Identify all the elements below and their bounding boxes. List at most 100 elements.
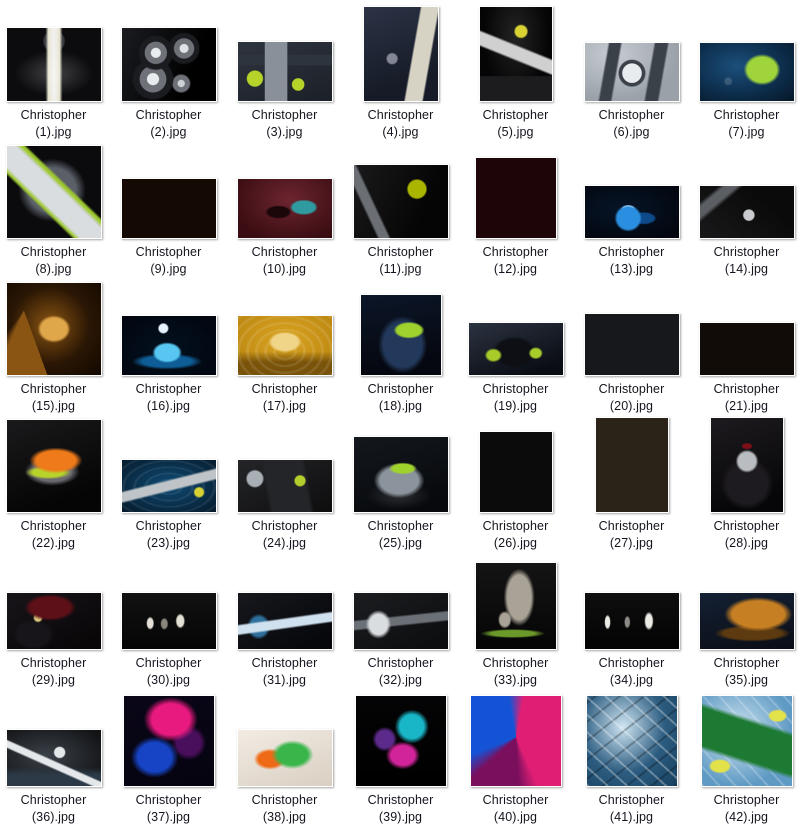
file-thumbnail-image[interactable] (236, 592, 333, 650)
thumbnail-container[interactable] (111, 27, 226, 102)
file-name-label[interactable]: Christopher (24).jpg (228, 518, 341, 552)
file-name-label[interactable]: Christopher (27).jpg (575, 518, 688, 552)
file-item[interactable]: Christopher (20).jpg (574, 313, 689, 415)
file-item[interactable]: Christopher (28).jpg (689, 417, 800, 552)
thumbnail-container[interactable] (0, 145, 111, 239)
file-item[interactable]: Christopher (1).jpg (0, 27, 111, 141)
file-item[interactable]: Christopher (3).jpg (227, 41, 342, 141)
file-item[interactable]: Christopher (40).jpg (458, 695, 573, 826)
file-thumbnail-image[interactable] (120, 592, 217, 650)
thumbnail-container[interactable] (689, 592, 800, 650)
file-item[interactable]: Christopher (42).jpg (689, 695, 800, 826)
file-name-label[interactable]: Christopher (13).jpg (575, 244, 688, 278)
thumbnail-container[interactable] (227, 729, 342, 787)
thumbnail-container[interactable] (458, 157, 573, 239)
thumbnail-container[interactable] (343, 436, 458, 513)
file-thumbnail-image[interactable] (236, 41, 333, 102)
file-name-label[interactable]: Christopher (38).jpg (228, 792, 341, 826)
thumbnail-container[interactable] (343, 695, 458, 787)
file-item[interactable]: Christopher (27).jpg (574, 417, 689, 552)
file-thumbnail-image[interactable] (594, 417, 669, 513)
file-thumbnail-image[interactable] (122, 695, 215, 787)
file-thumbnail-image[interactable] (120, 27, 217, 102)
thumbnail-container[interactable] (0, 592, 111, 650)
file-thumbnail-image[interactable] (583, 313, 680, 376)
thumbnail-container[interactable] (111, 315, 226, 376)
file-thumbnail-image[interactable] (474, 562, 557, 650)
file-thumbnail-image[interactable] (352, 164, 449, 239)
file-name-label[interactable]: Christopher (31).jpg (228, 655, 341, 689)
file-name-label[interactable]: Christopher (29).jpg (0, 655, 110, 689)
file-name-label[interactable]: Christopher (35).jpg (690, 655, 800, 689)
file-item[interactable]: Christopher (19).jpg (458, 322, 573, 415)
file-thumbnail-image[interactable] (354, 695, 447, 787)
thumbnail-container[interactable] (227, 178, 342, 239)
file-item[interactable]: Christopher (7).jpg (689, 42, 800, 141)
file-thumbnail-image[interactable] (698, 592, 795, 650)
file-name-label[interactable]: Christopher (17).jpg (228, 381, 341, 415)
file-name-label[interactable]: Christopher (11).jpg (344, 244, 457, 278)
thumbnail-container[interactable] (0, 282, 111, 376)
file-name-label[interactable]: Christopher (42).jpg (690, 792, 800, 826)
file-item[interactable]: Christopher (14).jpg (689, 185, 800, 278)
thumbnail-container[interactable] (689, 322, 800, 376)
file-item[interactable]: Christopher (8).jpg (0, 145, 111, 278)
file-name-label[interactable]: Christopher (6).jpg (575, 107, 688, 141)
file-item[interactable]: Christopher (36).jpg (0, 729, 111, 826)
file-item[interactable]: Christopher (38).jpg (227, 729, 342, 826)
thumbnail-container[interactable] (227, 41, 342, 102)
file-thumbnail-image[interactable] (352, 592, 449, 650)
file-thumbnail-image[interactable] (478, 6, 553, 102)
file-name-label[interactable]: Christopher (9).jpg (112, 244, 225, 278)
file-item[interactable]: Christopher (16).jpg (111, 315, 226, 415)
file-thumbnail-image[interactable] (467, 322, 564, 376)
thumbnail-container[interactable] (458, 431, 573, 513)
file-name-label[interactable]: Christopher (4).jpg (344, 107, 457, 141)
thumbnail-container[interactable] (343, 592, 458, 650)
file-thumbnail-image[interactable] (698, 185, 795, 239)
file-name-label[interactable]: Christopher (5).jpg (459, 107, 572, 141)
file-thumbnail-image[interactable] (474, 157, 557, 239)
file-item[interactable]: Christopher (6).jpg (574, 42, 689, 141)
file-name-label[interactable]: Christopher (25).jpg (344, 518, 457, 552)
file-name-label[interactable]: Christopher (10).jpg (228, 244, 341, 278)
file-item[interactable]: Christopher (35).jpg (689, 592, 800, 689)
thumbnail-container[interactable] (574, 313, 689, 376)
file-item[interactable]: Christopher (11).jpg (343, 164, 458, 278)
file-item[interactable]: Christopher (32).jpg (343, 592, 458, 689)
file-thumbnail-image[interactable] (478, 431, 553, 513)
file-thumbnail-image[interactable] (120, 459, 217, 513)
file-item[interactable]: Christopher (30).jpg (111, 592, 226, 689)
file-name-label[interactable]: Christopher (26).jpg (459, 518, 572, 552)
file-thumbnail-image[interactable] (709, 417, 784, 513)
thumbnail-container[interactable] (343, 164, 458, 239)
file-thumbnail-image[interactable] (236, 459, 333, 513)
file-thumbnail-image[interactable] (120, 315, 217, 376)
file-name-label[interactable]: Christopher (40).jpg (459, 792, 572, 826)
thumbnail-container[interactable] (343, 6, 458, 102)
file-name-label[interactable]: Christopher (2).jpg (112, 107, 225, 141)
file-thumbnail-image[interactable] (5, 27, 102, 102)
thumbnail-container[interactable] (574, 695, 689, 787)
file-item[interactable]: Christopher (5).jpg (458, 6, 573, 141)
file-name-label[interactable]: Christopher (14).jpg (690, 244, 800, 278)
file-item[interactable]: Christopher (23).jpg (111, 459, 226, 552)
file-item[interactable]: Christopher (34).jpg (574, 592, 689, 689)
file-item[interactable]: Christopher (37).jpg (111, 695, 226, 826)
thumbnail-container[interactable] (574, 42, 689, 102)
thumbnail-container[interactable] (0, 729, 111, 787)
file-item[interactable]: Christopher (22).jpg (0, 419, 111, 552)
file-name-label[interactable]: Christopher (19).jpg (459, 381, 572, 415)
file-thumbnail-image[interactable] (585, 695, 678, 787)
file-name-label[interactable]: Christopher (36).jpg (0, 792, 110, 826)
thumbnail-container[interactable] (343, 294, 458, 376)
file-thumbnail-image[interactable] (583, 592, 680, 650)
file-item[interactable]: Christopher (21).jpg (689, 322, 800, 415)
file-name-label[interactable]: Christopher (20).jpg (575, 381, 688, 415)
thumbnail-container[interactable] (458, 322, 573, 376)
thumbnail-container[interactable] (458, 6, 573, 102)
file-name-label[interactable]: Christopher (15).jpg (0, 381, 110, 415)
file-thumbnail-image[interactable] (362, 6, 439, 102)
file-thumbnail-image[interactable] (700, 695, 793, 787)
thumbnail-container[interactable] (574, 185, 689, 239)
